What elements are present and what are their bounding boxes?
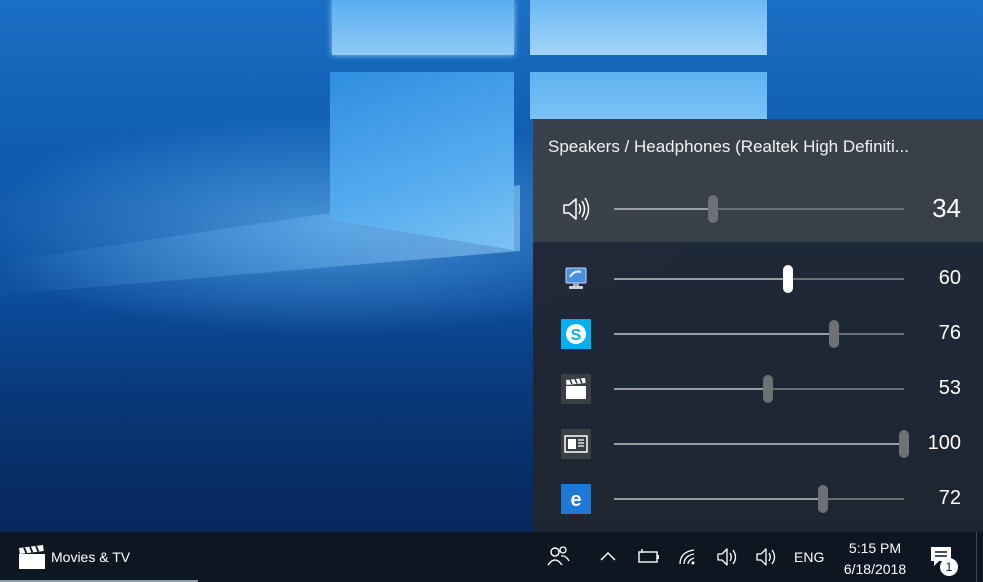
- battery-icon[interactable]: [635, 542, 663, 572]
- chevron-up-icon[interactable]: [594, 542, 622, 572]
- app-volume-value: 53: [938, 377, 961, 399]
- app-volume-track[interactable]: [614, 333, 904, 335]
- master-volume-slider-thumb[interactable]: [707, 195, 718, 223]
- app-volume-value: 72: [938, 487, 961, 509]
- app-volume-track[interactable]: [614, 388, 904, 390]
- wallpaper-window-pane: [330, 72, 514, 250]
- notification-count-badge: 1: [940, 558, 958, 576]
- edge-icon[interactable]: e: [561, 484, 591, 514]
- app-volume-row-system-sounds: 60: [533, 259, 983, 299]
- taskbar: Movies & TV ENG 5:15 PM 6/18/2018 1: [0, 532, 983, 582]
- app-volume-slider-thumb[interactable]: [783, 265, 793, 293]
- app-volume-fill: [614, 333, 835, 335]
- system-sounds-icon[interactable]: [561, 264, 591, 294]
- app-volume-fill: [614, 443, 904, 445]
- movies-tv-icon[interactable]: [561, 374, 591, 404]
- volume-icon[interactable]: [714, 542, 742, 572]
- svg-text:S: S: [571, 327, 582, 344]
- master-volume-value: 34: [932, 193, 961, 223]
- app-volume-value: 60: [938, 267, 961, 289]
- app-volume-fill: [614, 388, 768, 390]
- skype-icon[interactable]: S: [561, 319, 591, 349]
- master-volume-section: Speakers / Headphones (Realtek High Defi…: [533, 119, 983, 242]
- app-volume-row-media-app: 100: [533, 424, 983, 464]
- media-window-icon[interactable]: [561, 429, 591, 459]
- volume-mixer-flyout: Speakers / Headphones (Realtek High Defi…: [533, 119, 983, 532]
- wallpaper-window-pane: [530, 72, 767, 119]
- app-volume-track[interactable]: [614, 278, 904, 280]
- wifi-icon[interactable]: [675, 542, 703, 572]
- app-volume-slider-thumb[interactable]: [817, 485, 828, 513]
- app-volume-track[interactable]: [614, 498, 904, 500]
- wallpaper-window-pane: [530, 0, 767, 55]
- master-volume-row: 34: [533, 189, 983, 229]
- app-volume-row-edge: e 72: [533, 479, 983, 519]
- svg-text:e: e: [570, 489, 581, 511]
- taskbar-app-label: Movies & TV: [51, 549, 131, 565]
- output-device-name[interactable]: Speakers / Headphones (Realtek High Defi…: [548, 137, 909, 157]
- taskbar-app-movies-tv[interactable]: Movies & TV: [0, 532, 198, 582]
- app-volume-row-movies-tv: 53: [533, 369, 983, 409]
- app-volume-value: 100: [927, 432, 961, 454]
- app-volume-fill: [614, 498, 823, 500]
- volume-icon[interactable]: [753, 542, 781, 572]
- app-volume-slider-thumb[interactable]: [899, 430, 909, 458]
- app-volume-value: 76: [938, 322, 961, 344]
- app-volume-row-skype: S 76: [533, 314, 983, 354]
- speaker-volume-icon[interactable]: [561, 194, 591, 224]
- app-volume-slider-thumb[interactable]: [829, 320, 840, 348]
- clock-date: 6/18/2018: [843, 561, 907, 577]
- show-desktop-button[interactable]: [976, 532, 983, 582]
- screen: Speakers / Headphones (Realtek High Defi…: [0, 0, 983, 582]
- input-language-indicator[interactable]: ENG: [794, 549, 824, 565]
- app-volume-fill: [614, 278, 788, 280]
- clock[interactable]: 5:15 PM 6/18/2018: [836, 538, 914, 580]
- clock-time: 5:15 PM: [848, 540, 902, 556]
- master-volume-track[interactable]: [614, 208, 904, 210]
- app-volume-slider-thumb[interactable]: [762, 375, 773, 403]
- wallpaper-window-pane: [332, 0, 514, 55]
- people-icon[interactable]: [544, 542, 572, 572]
- master-volume-fill: [614, 208, 713, 210]
- app-volume-track[interactable]: [614, 443, 904, 445]
- movies-tv-icon: [19, 545, 45, 569]
